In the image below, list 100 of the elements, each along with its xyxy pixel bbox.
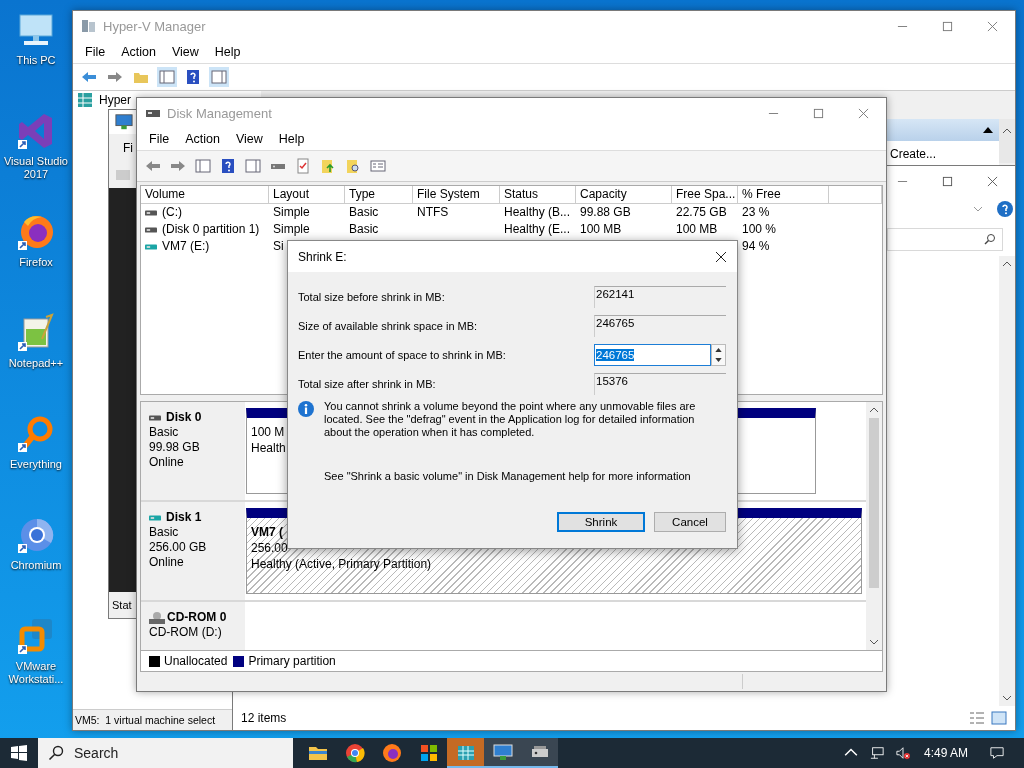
maximize-icon[interactable] bbox=[942, 20, 953, 32]
taskbar-button[interactable] bbox=[484, 738, 521, 768]
taskbar-button[interactable] bbox=[521, 738, 558, 768]
scroll-up-icon[interactable] bbox=[869, 407, 879, 413]
scroll-down-icon[interactable] bbox=[1002, 695, 1012, 701]
desktop-icon-label[interactable]: Firefox bbox=[1, 256, 71, 269]
scroll-up-icon[interactable] bbox=[1002, 261, 1012, 267]
menu-item[interactable]: Action bbox=[113, 45, 164, 59]
table-cell: VM7 (E:) bbox=[162, 238, 210, 255]
menu-item[interactable]: File bbox=[77, 45, 114, 59]
search-field[interactable] bbox=[887, 227, 1003, 251]
scrollbar[interactable] bbox=[866, 402, 882, 650]
disk-label-panel[interactable]: CD-ROM 0 CD-ROM (D:) bbox=[141, 602, 245, 650]
scroll-up-icon[interactable] bbox=[1002, 128, 1012, 134]
maximize-icon[interactable] bbox=[942, 175, 953, 187]
table-cell: 100 MB bbox=[580, 221, 622, 238]
tree-item[interactable]: Hyper bbox=[99, 93, 131, 107]
drive-icon bbox=[145, 243, 157, 250]
table-cell: 100 MB bbox=[676, 221, 718, 238]
column-header[interactable]: Type bbox=[345, 186, 413, 203]
action-link[interactable]: Create... bbox=[886, 141, 999, 167]
windows-logo-icon[interactable] bbox=[11, 745, 27, 761]
menu-item[interactable]: Action bbox=[177, 132, 228, 146]
dialog-button[interactable]: Cancel bbox=[654, 512, 726, 532]
legend-label: Unallocated bbox=[164, 654, 228, 668]
status-text: VM5: 1 virtual machine select bbox=[75, 714, 216, 726]
partition-info: 256.00 bbox=[251, 540, 288, 556]
network-icon[interactable] bbox=[869, 746, 884, 760]
spin-up-icon[interactable] bbox=[715, 347, 722, 352]
search-field[interactable]: Search bbox=[38, 738, 293, 768]
search-icon bbox=[984, 233, 996, 245]
search-icon bbox=[48, 745, 64, 761]
disk-status: Online bbox=[149, 455, 185, 470]
column-header[interactable]: Free Spa... bbox=[672, 186, 738, 203]
column-header[interactable]: Status bbox=[500, 186, 576, 203]
table-cell: Basic bbox=[349, 221, 379, 238]
disk-name: Disk 0 bbox=[166, 410, 202, 425]
desktop-icon-label[interactable]: This PC bbox=[1, 54, 71, 67]
desktop-icon-label[interactable]: Visual Studio 2017 bbox=[1, 155, 71, 181]
monitor-icon bbox=[492, 742, 513, 762]
status-text: 12 items bbox=[241, 711, 287, 725]
menu-item[interactable]: Help bbox=[270, 132, 313, 146]
disk-type: CD-ROM (D:) bbox=[149, 625, 223, 640]
column-header[interactable]: Volume bbox=[141, 186, 269, 203]
dialog-button[interactable]: Shrink bbox=[557, 512, 645, 532]
number-field[interactable]: 246765 bbox=[594, 343, 711, 366]
large-icons-view-icon[interactable] bbox=[991, 710, 1007, 726]
menu-item[interactable]: Help bbox=[206, 45, 249, 59]
help-text: See "Shrink a basic volume" in Disk Management help for more information bbox=[324, 470, 692, 482]
close-icon[interactable] bbox=[715, 250, 727, 263]
field-label: Total size after shrink in MB: bbox=[298, 377, 437, 390]
table-cell: NTFS bbox=[417, 204, 449, 221]
drive-icon bbox=[149, 414, 161, 421]
column-header[interactable]: Capacity bbox=[576, 186, 672, 203]
disk-label-panel[interactable]: Disk 1 Basic 256.00 GB Online bbox=[141, 502, 245, 600]
field-label: Total size before shrink in MB: bbox=[298, 290, 446, 303]
field-label: Enter the amount of space to shrink in MB: bbox=[298, 348, 507, 361]
disk-name: Disk 1 bbox=[166, 510, 202, 525]
speaker-icon[interactable] bbox=[895, 746, 910, 760]
clock[interactable]: 4:49 AM bbox=[923, 746, 968, 760]
menu-item[interactable]: File bbox=[141, 132, 178, 146]
collapse-arrow-icon[interactable] bbox=[983, 127, 993, 133]
desktop-icon-label[interactable]: Notepad++ bbox=[1, 357, 71, 370]
panel-icon[interactable] bbox=[243, 156, 263, 176]
spin-down-icon[interactable] bbox=[715, 357, 722, 362]
scrollbar[interactable] bbox=[999, 256, 1015, 706]
scrollbar[interactable] bbox=[999, 119, 1015, 163]
menu-item[interactable]: View bbox=[163, 45, 207, 59]
drive-icon bbox=[145, 209, 157, 216]
menu-item[interactable]: Fi bbox=[123, 141, 133, 155]
menu-item[interactable]: View bbox=[227, 132, 271, 146]
chevron-down-icon[interactable] bbox=[973, 206, 983, 212]
column-header[interactable]: Layout bbox=[269, 186, 345, 203]
partition-info: Health bbox=[251, 440, 286, 456]
window-title: Hyper-V Manager bbox=[103, 18, 206, 34]
table-cell: Healthy (E... bbox=[504, 221, 571, 238]
info-text: You cannot shrink a volume beyond the point where any unmovable files are located. See the "defrag" event in the Application log for detailed information about the operation when it has completed. bbox=[324, 400, 697, 439]
scroll-down-icon[interactable] bbox=[869, 639, 879, 645]
panel-icon[interactable] bbox=[157, 67, 177, 87]
legend-label: Primary partition bbox=[248, 654, 336, 668]
maximize-icon[interactable] bbox=[813, 107, 824, 119]
partition-name: VM7 ( bbox=[251, 524, 283, 540]
readonly-field: 246765 bbox=[594, 314, 726, 337]
window-title: Disk Management bbox=[167, 105, 272, 121]
column-header[interactable]: % Free bbox=[738, 186, 829, 203]
help-icon[interactable] bbox=[997, 201, 1013, 217]
column-header[interactable]: File System bbox=[413, 186, 500, 203]
table-cell: Basic bbox=[349, 204, 379, 221]
panel-icon[interactable] bbox=[193, 156, 213, 176]
spinner-control[interactable] bbox=[711, 343, 726, 366]
drive-icon bbox=[145, 226, 157, 233]
table-cell: (Disk 0 partition 1) bbox=[162, 221, 260, 238]
disk-label-panel[interactable]: Disk 0 Basic 99.98 GB Online bbox=[141, 402, 245, 500]
four-squares-icon bbox=[418, 743, 439, 763]
info-icon bbox=[298, 401, 314, 417]
notepad-icon[interactable] bbox=[16, 313, 56, 353]
notification-icon[interactable] bbox=[990, 746, 1004, 760]
server-icon bbox=[81, 18, 97, 34]
disk-type: Basic bbox=[149, 425, 180, 440]
panel-icon[interactable] bbox=[209, 67, 229, 87]
